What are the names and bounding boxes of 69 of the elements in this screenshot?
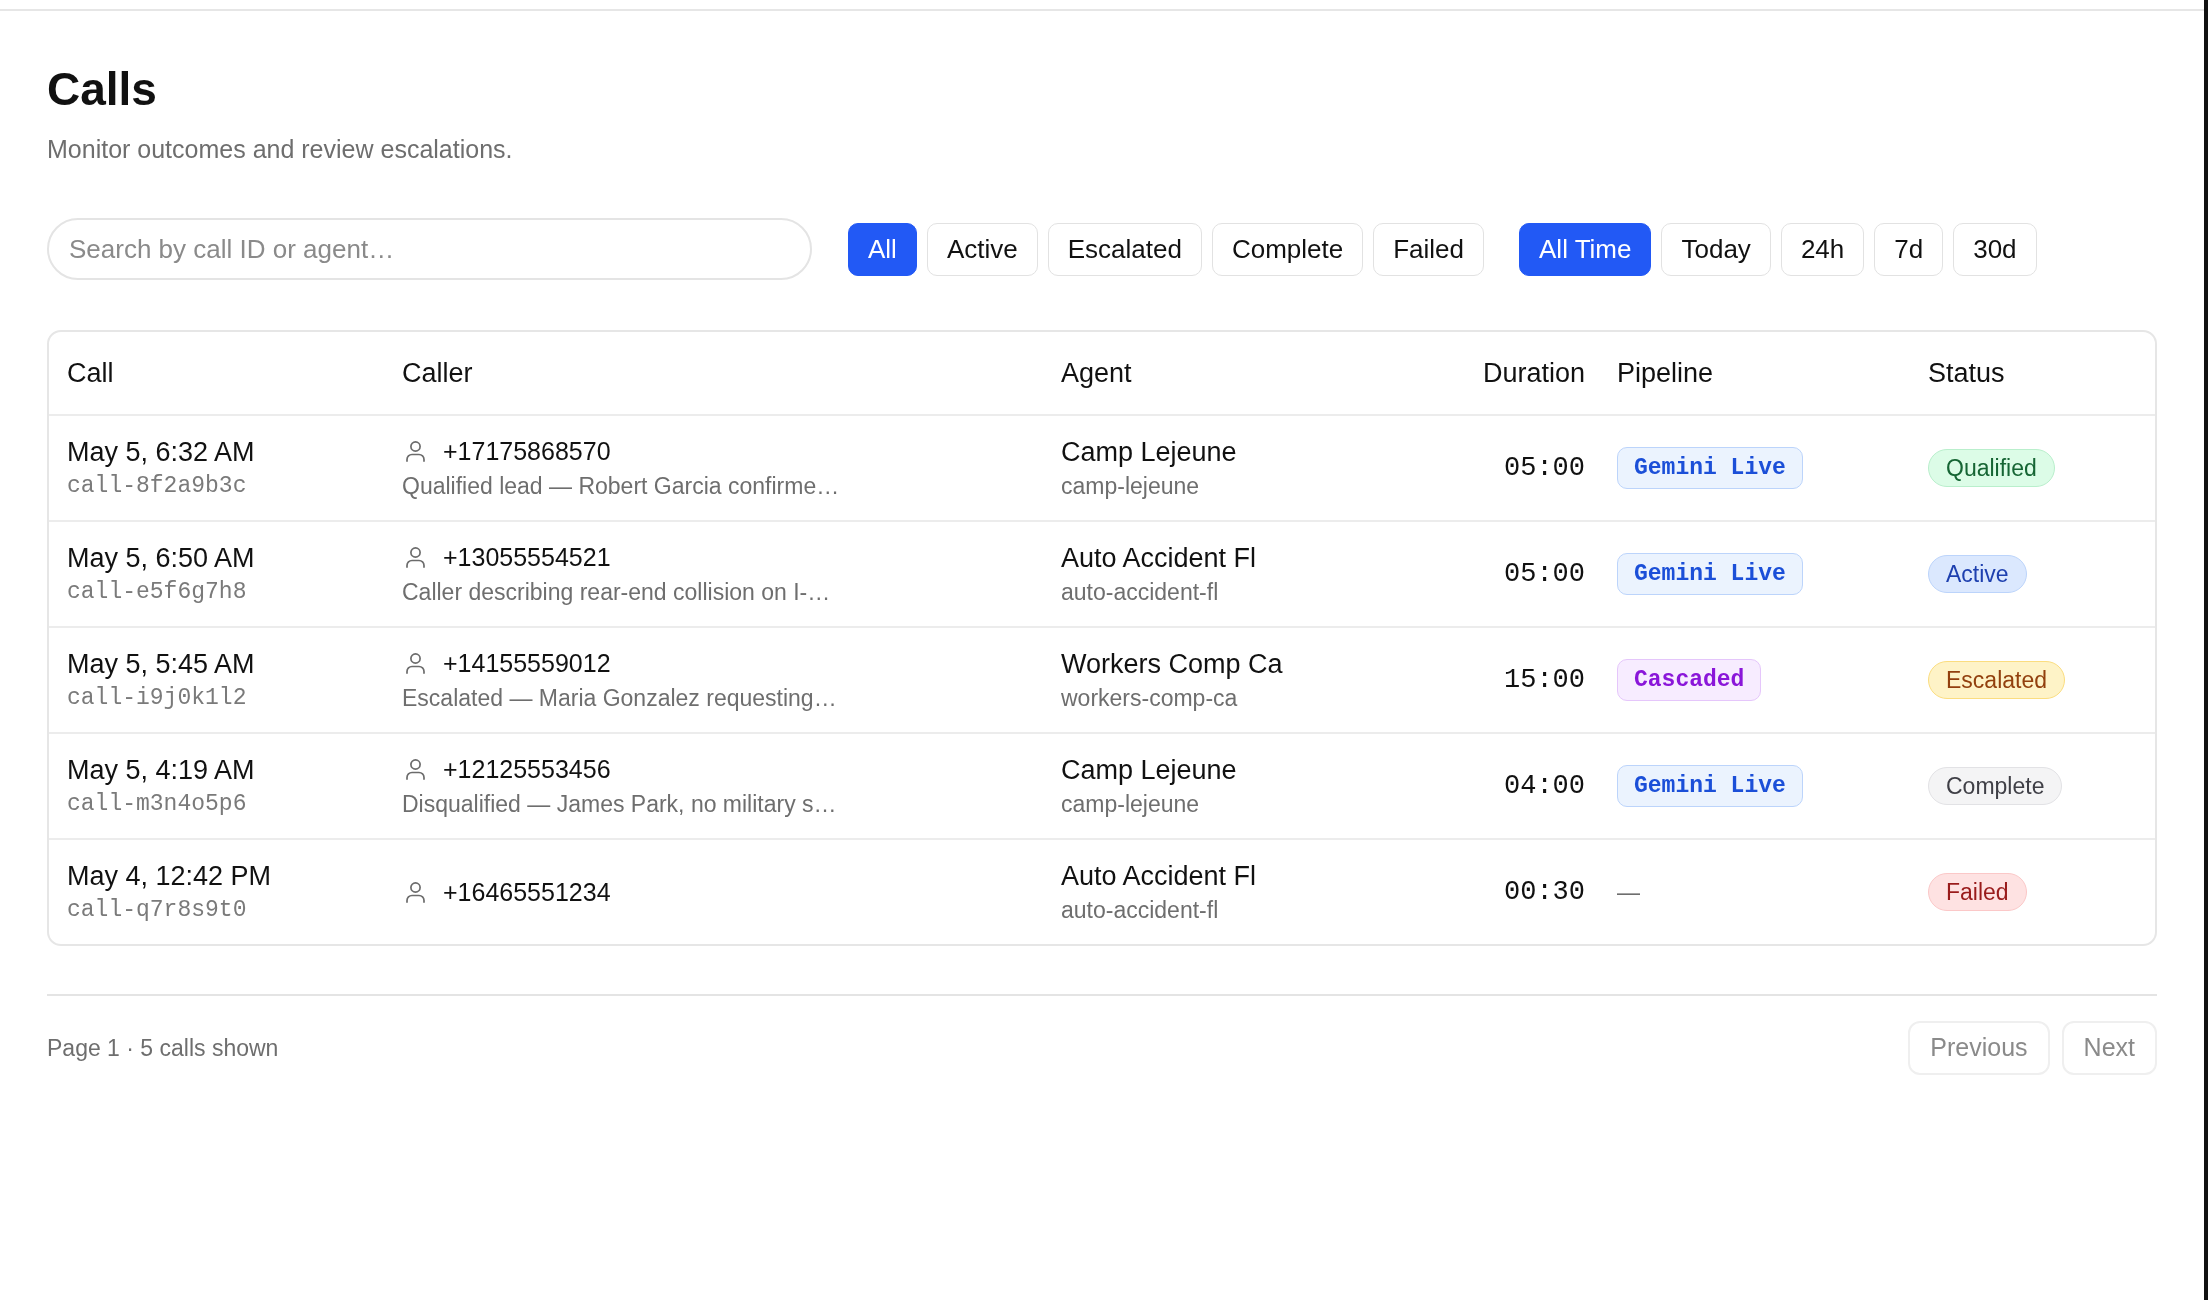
pipeline-tag: Cascaded (1617, 659, 1762, 701)
agent-slug: auto-accident-fl (1061, 578, 1219, 606)
person-icon (406, 758, 425, 780)
search-field[interactable]: Search by call ID or agent… (47, 218, 812, 280)
person-icon (406, 881, 425, 903)
status-filter-tab[interactable]: Escalated (1047, 222, 1202, 276)
time-filter-tab[interactable]: Today (1661, 222, 1771, 276)
time-filter-tab[interactable]: 30d (1953, 222, 2037, 276)
call-time: May 4, 12:42 PM (67, 860, 272, 892)
call-id: call-q7r8s9t0 (67, 896, 247, 924)
status-filter-tab[interactable]: Failed (1373, 222, 1484, 276)
call-id: call-8f2a9b3c (67, 472, 247, 500)
column-header: Duration (1482, 357, 1585, 388)
call-duration: 00:30 (1504, 876, 1585, 907)
status-badge: Escalated (1928, 661, 2065, 699)
person-icon (406, 546, 425, 568)
page-summary: Page 1 · 5 calls shown (47, 1033, 279, 1063)
phone-number: +17175868570 (443, 436, 611, 466)
call-id: call-i9j0k1l2 (67, 684, 247, 712)
status-badge: Failed (1928, 873, 2027, 911)
call-id: call-e5f6g7h8 (67, 578, 247, 606)
call-summary: Escalated — Maria Gonzalez requesting… (402, 684, 837, 712)
phone-number: +14155559012 (443, 648, 611, 678)
agent-slug: workers-comp-ca (1061, 684, 1238, 712)
page-title: Calls (47, 66, 157, 112)
agent-name: Workers Comp Ca (1061, 648, 1283, 680)
person-icon (406, 652, 425, 674)
time-filter-tab[interactable]: All Time (1519, 222, 1652, 276)
status-filter-tab[interactable]: Active (926, 222, 1038, 276)
status-filter-tab[interactable]: All (848, 222, 917, 276)
pipeline-tag: Gemini Live (1617, 553, 1803, 595)
phone-number: +13055554521 (443, 542, 611, 572)
time-filter-tab[interactable]: 7d (1874, 222, 1944, 276)
status-badge: Complete (1928, 767, 2063, 805)
call-time: May 5, 4:19 AM (67, 754, 255, 786)
status-badge: Qualified (1928, 449, 2055, 487)
column-header: Caller (402, 357, 473, 388)
agent-slug: camp-lejeune (1061, 472, 1200, 500)
agent-slug: auto-accident-fl (1061, 896, 1219, 924)
call-duration: 04:00 (1504, 770, 1585, 801)
call-time: May 5, 6:50 AM (67, 542, 255, 574)
call-summary: Qualified lead — Robert Garcia confirme… (402, 472, 840, 500)
agent-slug: camp-lejeune (1061, 790, 1200, 818)
phone-number: +16465551234 (443, 877, 611, 907)
agent-name: Auto Accident Fl (1061, 860, 1257, 892)
page-subtitle: Monitor outcomes and review escalations. (47, 137, 513, 162)
call-duration: 15:00 (1504, 664, 1585, 695)
person-icon (406, 440, 425, 462)
pipeline-tag: Gemini Live (1617, 447, 1803, 489)
call-duration: 05:00 (1504, 452, 1585, 483)
column-header: Call (67, 357, 114, 388)
status-badge: Active (1928, 555, 2027, 593)
agent-name: Camp Lejeune (1061, 436, 1237, 468)
pipeline-tag: Gemini Live (1617, 765, 1803, 807)
call-time: May 5, 6:32 AM (67, 436, 255, 468)
column-header: Status (1928, 357, 2005, 388)
agent-name: Camp Lejeune (1061, 754, 1237, 786)
time-filter-tab[interactable]: 24h (1780, 222, 1865, 276)
call-id: call-m3n4o5p6 (67, 790, 247, 818)
agent-name: Auto Accident Fl (1061, 542, 1257, 574)
status-filter-tab[interactable]: Complete (1211, 222, 1364, 276)
call-summary: Disqualified — James Park, no military s… (402, 790, 837, 818)
call-duration: 05:00 (1504, 558, 1585, 589)
column-header: Agent (1061, 357, 1132, 388)
call-time: May 5, 5:45 AM (67, 648, 255, 680)
call-summary: Caller describing rear-end collision on I-… (402, 578, 831, 606)
empty-pipeline-text: — (1617, 877, 1640, 907)
phone-number: +12125553456 (443, 754, 611, 784)
column-header: Pipeline (1617, 357, 1714, 388)
